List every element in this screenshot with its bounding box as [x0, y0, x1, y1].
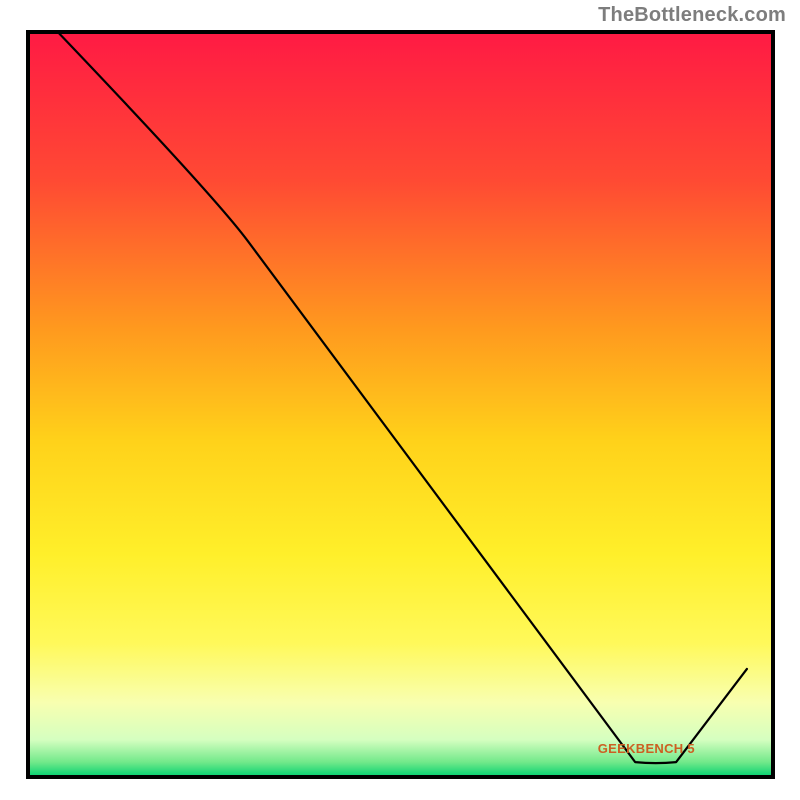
series-label: GEEKBENCH 5	[598, 741, 695, 756]
plot-background	[28, 32, 773, 777]
line-chart: GEEKBENCH 5	[0, 0, 800, 800]
chart-container: TheBottleneck.com GEEKBENCH 5	[0, 0, 800, 800]
